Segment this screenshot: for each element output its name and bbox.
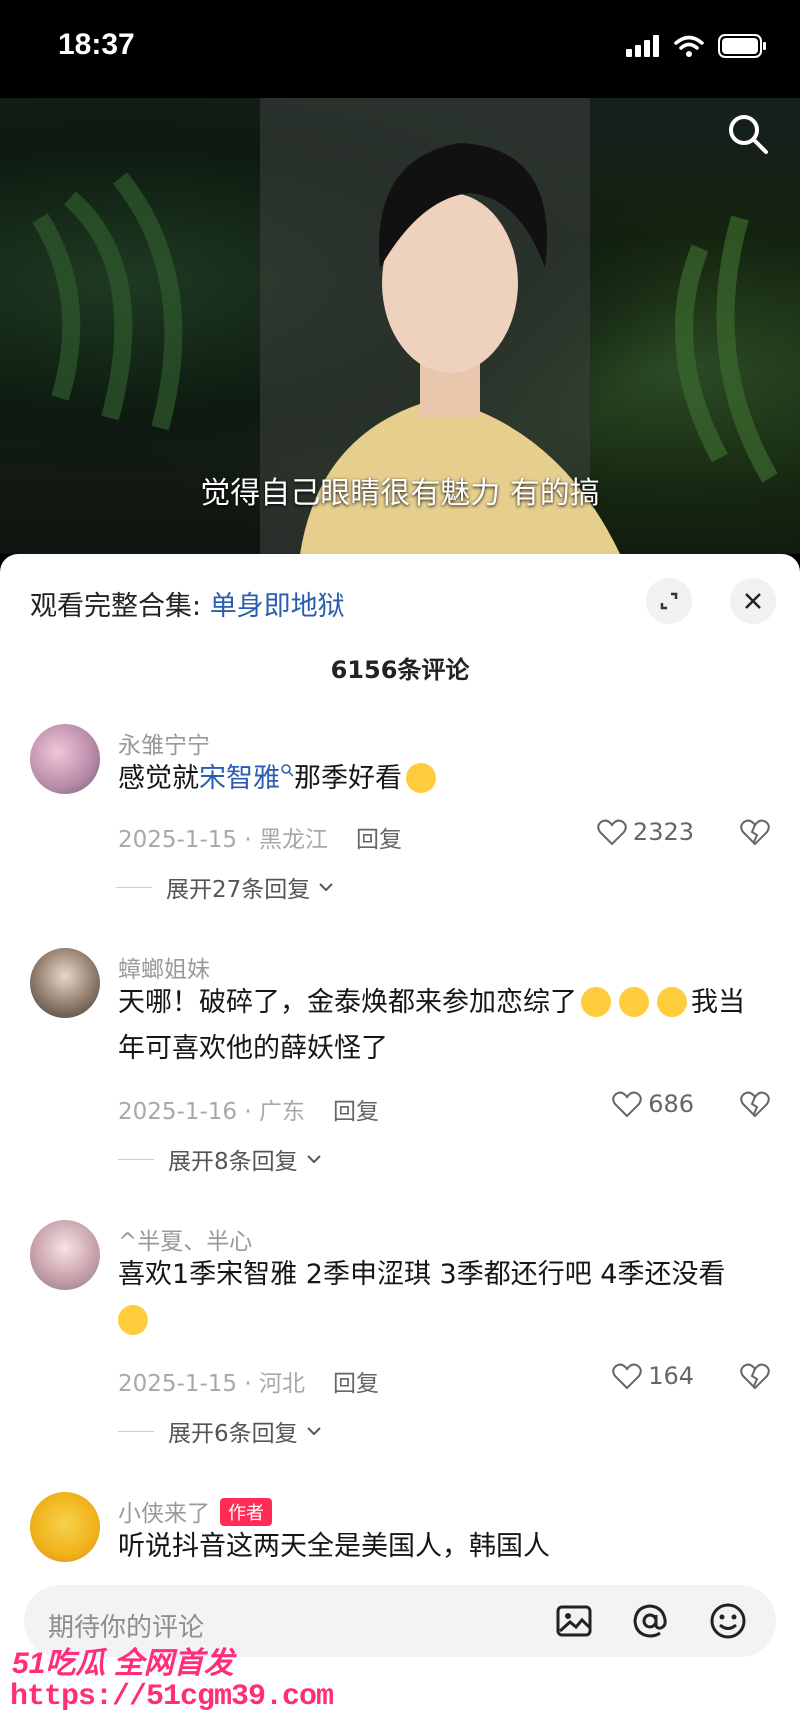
comment-text-main: 天哪！破碎了，金泰焕都来参加恋综了 — [118, 987, 577, 1018]
comment-text-main: 喜欢1季宋智雅 2季申涩琪 3季都还行吧 4季还没看 — [118, 1259, 726, 1290]
pleading-emoji-icon — [619, 987, 649, 1017]
comment-text-after: 那季好看 — [294, 763, 402, 794]
comment-text: 天哪！破碎了，金泰焕都来参加恋综了 我当年可喜欢他的薛妖怪了 — [118, 980, 768, 1072]
crying-emoji-icon — [406, 763, 436, 793]
like-count: 164 — [648, 1362, 694, 1390]
watermark-url: https://51cgm39.com — [10, 1680, 334, 1714]
broken-heart-icon — [740, 1363, 770, 1390]
divider — [116, 886, 152, 888]
comment-text-before: 感觉就 — [118, 763, 199, 794]
pleading-emoji-icon — [581, 987, 611, 1017]
comment-text: 感觉就宋智雅 那季好看 — [118, 756, 768, 802]
dislike-button[interactable] — [740, 1090, 770, 1122]
pleading-emoji-icon — [657, 987, 687, 1017]
comment-text: 听说抖音这两天全是美国人，韩国人 — [118, 1531, 550, 1562]
collection-name[interactable]: 单身即地狱 — [210, 591, 345, 622]
heart-icon — [612, 1091, 642, 1118]
avatar[interactable] — [30, 724, 100, 794]
author-badge: 作者 — [220, 1498, 272, 1526]
comment-username-row: 小侠来了 作者 — [118, 1494, 272, 1528]
search-button[interactable] — [726, 112, 770, 160]
like-button[interactable]: 686 — [612, 1090, 694, 1118]
grinning-emoji-icon — [118, 1305, 148, 1335]
comment-date-location: 2025-1-15 · 黑龙江 — [118, 827, 328, 853]
image-icon — [556, 1605, 592, 1637]
expand-replies-button[interactable]: 展开6条回复 — [118, 1414, 322, 1448]
avatar[interactable] — [30, 1220, 100, 1290]
smiley-icon — [710, 1603, 746, 1639]
wifi-icon — [674, 35, 704, 57]
video-subtitle: 觉得自己眼睛很有魅力 有的搞 — [200, 476, 600, 511]
comment-text: 喜欢1季宋智雅 2季申涩琪 3季都还行吧 4季还没看 — [118, 1252, 768, 1344]
reply-button[interactable]: 回复 — [333, 1371, 379, 1397]
expand-replies-label: 展开27条回复 — [166, 877, 311, 903]
dislike-button[interactable] — [740, 818, 770, 850]
reply-button[interactable]: 回复 — [333, 1099, 379, 1125]
comment-meta: 2025-1-15 · 河北 回复 — [118, 1364, 379, 1398]
collection-prefix: 观看完整合集: — [30, 591, 210, 622]
broken-heart-icon — [740, 819, 770, 846]
comment-date-location: 2025-1-15 · 河北 — [118, 1371, 305, 1397]
expand-replies-button[interactable]: 展开27条回复 — [116, 870, 334, 904]
chevron-down-icon — [306, 1155, 321, 1164]
chevron-down-icon — [319, 883, 333, 892]
broken-heart-icon — [740, 1091, 770, 1118]
search-icon — [729, 115, 768, 154]
at-icon — [633, 1604, 667, 1638]
close-button[interactable] — [730, 578, 776, 624]
chevron-down-icon — [306, 1427, 321, 1436]
status-icons — [626, 34, 768, 58]
dislike-button[interactable] — [740, 1362, 770, 1394]
mention-button[interactable] — [630, 1601, 670, 1645]
emoji-button[interactable] — [708, 1601, 748, 1645]
divider — [118, 1430, 154, 1432]
comment-search-link[interactable]: 宋智雅 — [199, 763, 280, 794]
expand-replies-label: 展开6条回复 — [168, 1421, 298, 1447]
comment-username[interactable]: 永雏宁宁 — [118, 726, 210, 760]
reply-button[interactable]: 回复 — [356, 827, 402, 853]
comment-username[interactable]: 蟑螂姐妹 — [118, 950, 210, 984]
image-button[interactable] — [554, 1601, 594, 1645]
expand-icon — [660, 592, 678, 610]
expand-sheet-button[interactable] — [646, 578, 692, 624]
close-icon — [745, 593, 761, 609]
status-bar: 18:37 — [0, 0, 800, 98]
expand-replies-label: 展开8条回复 — [168, 1149, 298, 1175]
comment-date-location: 2025-1-16 · 广东 — [118, 1099, 305, 1125]
expand-replies-button[interactable]: 展开8条回复 — [118, 1142, 322, 1176]
avatar[interactable] — [30, 1492, 100, 1562]
comment-username[interactable]: ^半夏、半心 — [118, 1222, 252, 1256]
status-time: 18:37 — [58, 28, 135, 61]
watermark-brand: 51吃瓜 全网首发 — [12, 1647, 234, 1680]
collection-link[interactable]: 观看完整合集: 单身即地狱 — [30, 584, 345, 623]
signal-icon — [626, 35, 659, 57]
like-count: 2323 — [632, 818, 694, 846]
comment-sheet: 观看完整合集: 单身即地狱 6156条评论 永雏宁宁 感觉就宋智雅 那季好看 20… — [0, 554, 800, 1733]
comment-meta: 2025-1-16 · 广东 回复 — [118, 1092, 379, 1126]
comment-meta: 2025-1-15 · 黑龙江 回复 — [118, 820, 402, 854]
heart-icon — [612, 1363, 642, 1390]
video-player[interactable]: 觉得自己眼睛很有魅力 有的搞 — [0, 98, 800, 554]
divider — [118, 1158, 154, 1160]
like-count: 686 — [648, 1090, 694, 1118]
avatar[interactable] — [30, 948, 100, 1018]
like-button[interactable]: 2323 — [597, 818, 694, 846]
like-button[interactable]: 164 — [612, 1362, 694, 1390]
heart-icon — [597, 819, 627, 846]
battery-icon — [718, 34, 766, 58]
search-icon — [281, 764, 294, 777]
comment-count: 6156条评论 — [330, 656, 470, 684]
